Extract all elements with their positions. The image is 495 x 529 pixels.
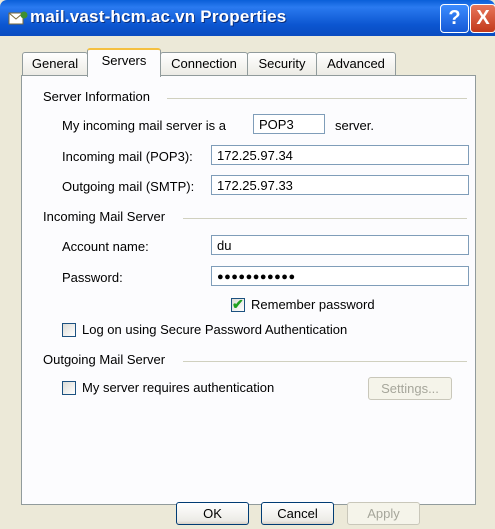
cancel-button[interactable]: Cancel	[261, 502, 334, 525]
tab-general[interactable]: General	[22, 52, 88, 75]
server-info-group-label: Server Information	[43, 89, 154, 104]
server-info-divider	[167, 98, 467, 99]
servers-panel: Server Information My incoming mail serv…	[21, 75, 476, 505]
checkmark-icon: ✔	[232, 296, 244, 312]
outgoing-mail-input[interactable]: 172.25.97.33	[211, 175, 469, 195]
title-bar[interactable]: mail.vast-hcm.ac.vn Properties ? X	[0, 0, 495, 36]
incoming-server-type-suffix: server.	[335, 118, 375, 133]
apply-button[interactable]: Apply	[347, 502, 420, 525]
requires-auth-checkbox[interactable]	[62, 381, 76, 395]
settings-button[interactable]: Settings...	[368, 377, 452, 400]
spa-checkbox[interactable]	[62, 323, 76, 337]
password-input[interactable]: ●●●●●●●●●●●	[211, 266, 469, 286]
tab-security[interactable]: Security	[247, 52, 317, 75]
tab-servers[interactable]: Servers	[87, 48, 161, 77]
incoming-server-divider	[183, 218, 467, 219]
remember-password-label[interactable]: Remember password	[251, 297, 375, 312]
password-label: Password:	[62, 270, 123, 285]
spa-label[interactable]: Log on using Secure Password Authenticat…	[82, 322, 347, 337]
account-name-input[interactable]: du	[211, 235, 469, 255]
tab-advanced[interactable]: Advanced	[316, 52, 396, 75]
incoming-mail-label: Incoming mail (POP3):	[62, 149, 193, 164]
incoming-server-group-label: Incoming Mail Server	[43, 209, 170, 224]
help-button[interactable]: ?	[440, 4, 469, 33]
tab-connection[interactable]: Connection	[160, 52, 248, 75]
window-title: mail.vast-hcm.ac.vn Properties	[30, 7, 287, 26]
outgoing-mail-label: Outgoing mail (SMTP):	[62, 179, 195, 194]
requires-auth-label[interactable]: My server requires authentication	[82, 380, 274, 395]
ok-button[interactable]: OK	[176, 502, 249, 525]
incoming-server-type-prefix: My incoming mail server is a	[62, 118, 226, 133]
properties-dialog: mail.vast-hcm.ac.vn Properties ? X Gener…	[0, 0, 495, 529]
outgoing-server-group-label: Outgoing Mail Server	[43, 352, 170, 367]
remember-password-checkbox[interactable]: ✔	[231, 296, 245, 312]
account-name-label: Account name:	[62, 239, 149, 254]
mail-account-icon	[8, 11, 28, 25]
incoming-server-type-field: POP3	[253, 114, 325, 134]
outgoing-server-divider	[183, 361, 467, 362]
incoming-mail-input[interactable]: 172.25.97.34	[211, 145, 469, 165]
close-button[interactable]: X	[470, 4, 495, 33]
